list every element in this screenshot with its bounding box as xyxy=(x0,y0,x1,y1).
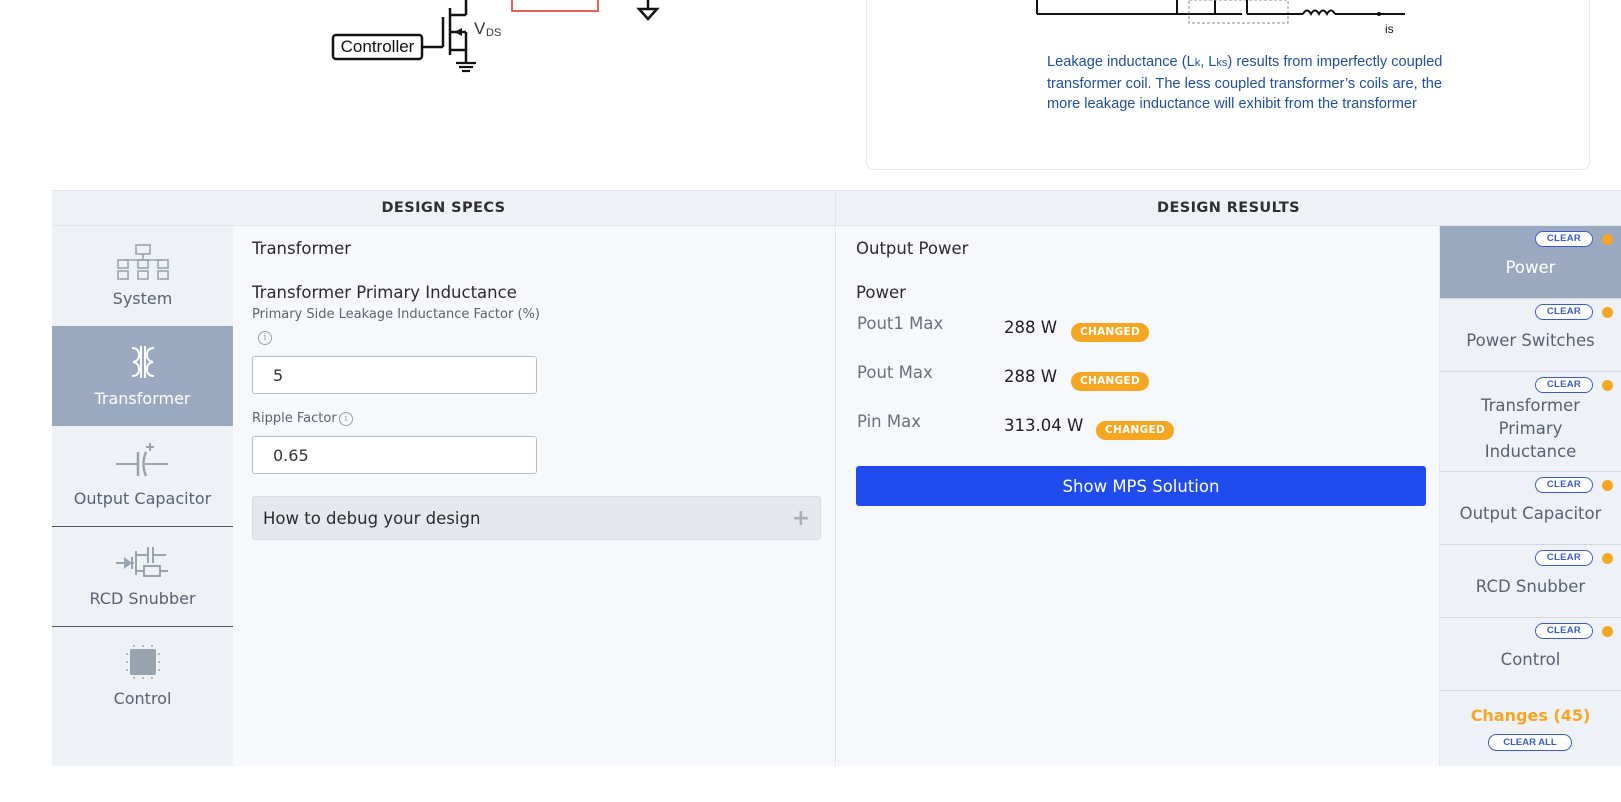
nav-item-rcd-snubber[interactable]: RCD Snubber xyxy=(52,526,233,626)
ripple-factor-label: Ripple Factor xyxy=(252,411,337,426)
result-name-pout-max: Pout Max xyxy=(857,363,933,382)
design-specs-header: DESIGN SPECS xyxy=(52,190,836,226)
flyback-schematic: Controller V DS xyxy=(272,0,692,90)
nav-label-system: System xyxy=(112,289,173,308)
rnav-label-transformer-primary-inductance: Transformer Primary Inductance xyxy=(1480,396,1580,461)
rnav-item-control[interactable]: CLEAR Control xyxy=(1440,618,1621,691)
rnav-item-power[interactable]: CLEAR Power xyxy=(1440,226,1621,299)
leakage-factor-label: Primary Side Leakage Inductance Factor (… xyxy=(252,307,540,322)
debug-accordion-label: How to debug your design xyxy=(263,508,481,528)
changed-dot xyxy=(1602,380,1613,391)
clear-button[interactable]: CLEAR xyxy=(1535,304,1593,320)
vds-subscript: DS xyxy=(486,27,501,39)
system-blocks-icon xyxy=(117,244,169,280)
clear-button[interactable]: CLEAR xyxy=(1535,477,1593,493)
figure-area: Controller V DS is Leakage inductance (L… xyxy=(52,0,1621,190)
result-value-pout-max: 288 W xyxy=(1004,367,1058,386)
changed-dot xyxy=(1602,626,1613,637)
ripple-info-icon[interactable]: i xyxy=(339,412,353,426)
left-nav: System Transformer Output Capacitor RCD … xyxy=(52,226,233,766)
changed-dot xyxy=(1602,234,1613,245)
changed-badge: CHANGED xyxy=(1071,323,1150,342)
nav-item-transformer[interactable]: Transformer xyxy=(52,326,233,426)
specs-subsection-title: Transformer Primary Inductance xyxy=(252,283,517,302)
rnav-item-transformer-primary-inductance[interactable]: CLEAR Transformer Primary Inductance xyxy=(1440,372,1621,472)
nav-label-control: Control xyxy=(113,689,172,708)
clear-button[interactable]: CLEAR xyxy=(1535,377,1593,393)
nav-item-control[interactable]: Control xyxy=(52,626,233,726)
nav-label-transformer: Transformer xyxy=(94,389,191,408)
schematic-drawing: Controller V DS xyxy=(331,0,660,73)
rnav-label-rcd-snubber: RCD Snubber xyxy=(1475,576,1586,596)
rnav-label-output-capacitor: Output Capacitor xyxy=(1459,503,1602,523)
lk-symbol: L xyxy=(1186,54,1195,70)
design-results-header: DESIGN RESULTS xyxy=(836,190,1621,226)
changed-dot xyxy=(1602,307,1613,318)
rnav-label-control: Control xyxy=(1500,649,1561,669)
capacitor-icon xyxy=(116,443,168,477)
controller-label: Controller xyxy=(341,37,415,56)
changed-dot xyxy=(1602,553,1613,564)
design-results-panel: Output Power Power Pout1 Max 288 W CHANG… xyxy=(837,226,1440,766)
rnav-label-power: Power xyxy=(1505,257,1556,277)
clear-button[interactable]: CLEAR xyxy=(1535,623,1593,639)
changed-dot xyxy=(1602,480,1613,491)
chip-icon xyxy=(126,645,160,679)
rcd-snubber-icon xyxy=(116,547,168,577)
changed-badge: CHANGED xyxy=(1096,421,1175,440)
vds-label: V xyxy=(474,19,486,38)
secondary-winding-drawing: is xyxy=(1036,0,1405,36)
changes-count: Changes (45) xyxy=(1470,706,1591,725)
right-nav: CLEAR Power CLEAR Power Switches CLEAR T… xyxy=(1440,226,1621,766)
rnav-item-rcd-snubber[interactable]: CLEAR RCD Snubber xyxy=(1440,545,1621,618)
nav-item-output-capacitor[interactable]: Output Capacitor xyxy=(52,426,233,526)
leakage-info-icon[interactable]: i xyxy=(258,331,272,345)
changed-badge: CHANGED xyxy=(1071,372,1150,391)
result-value-pout1-max: 288 W xyxy=(1004,318,1058,337)
results-subsection-title: Power xyxy=(856,283,906,302)
clear-button[interactable]: CLEAR xyxy=(1535,231,1593,247)
specs-section-title: Transformer xyxy=(252,239,352,258)
rnav-item-power-switches[interactable]: CLEAR Power Switches xyxy=(1440,299,1621,372)
clear-all-button[interactable]: CLEAR ALL xyxy=(1488,734,1572,751)
results-section-title: Output Power xyxy=(856,239,969,258)
show-mps-solution-button[interactable]: Show MPS Solution xyxy=(856,466,1426,506)
is-label: is xyxy=(1385,22,1394,36)
nav-item-system[interactable]: System xyxy=(52,226,233,326)
plus-icon: + xyxy=(791,505,810,531)
design-specs-panel: Transformer Transformer Primary Inductan… xyxy=(233,226,836,766)
leakage-text-1: Leakage inductance ( xyxy=(1047,54,1187,70)
result-value-pin-max: 313.04 W xyxy=(1004,416,1084,435)
result-name-pout1-max: Pout1 Max xyxy=(857,314,944,333)
rnav-item-output-capacitor[interactable]: CLEAR Output Capacitor xyxy=(1440,472,1621,545)
ripple-factor-input[interactable] xyxy=(252,436,537,474)
lks-subscript: ks xyxy=(1216,57,1228,69)
leakage-description: Leakage inductance (Lk, Lks) results fro… xyxy=(1047,52,1462,115)
clear-button[interactable]: CLEAR xyxy=(1535,550,1593,566)
rnav-label-power-switches: Power Switches xyxy=(1466,330,1595,350)
result-name-pin-max: Pin Max xyxy=(857,412,921,431)
nav-label-output-capacitor: Output Capacitor xyxy=(73,489,212,508)
transformer-icon xyxy=(131,346,155,378)
nav-label-rcd-snubber: RCD Snubber xyxy=(89,589,196,608)
leakage-factor-input[interactable] xyxy=(252,356,537,394)
debug-accordion[interactable]: How to debug your design + xyxy=(252,496,821,540)
